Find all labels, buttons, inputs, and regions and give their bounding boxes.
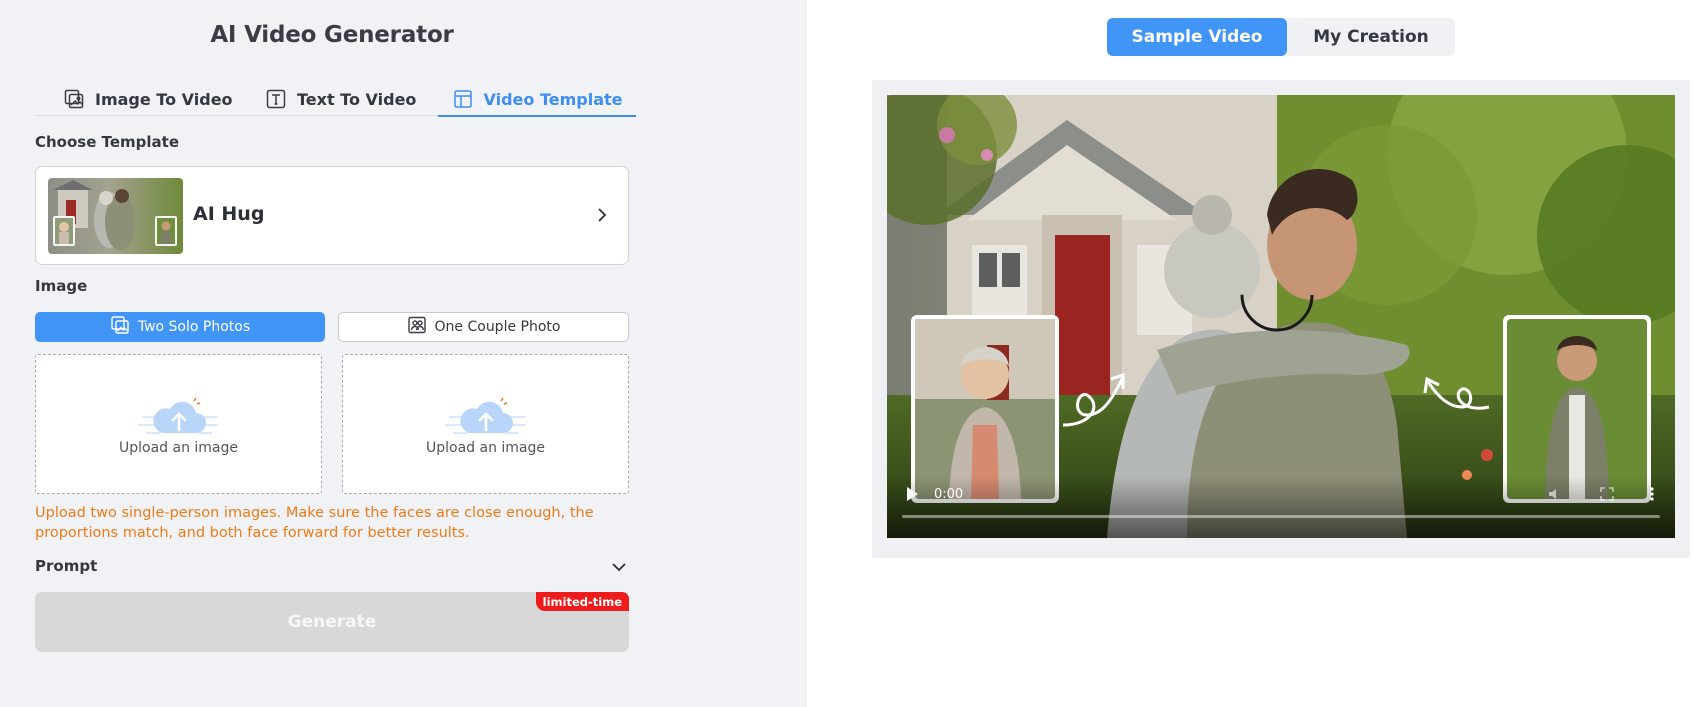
upload-cloud-icon [136, 389, 222, 439]
upload-label: Upload an image [425, 440, 545, 456]
limited-time-badge: limited-time [535, 592, 629, 611]
upload-hint: Upload two single-person images. Make su… [35, 505, 594, 541]
mode-label: Two Solo Photos [137, 319, 251, 335]
tab-text-to-video[interactable]: Text To Video [265, 82, 416, 116]
volume-icon[interactable] [1547, 486, 1563, 502]
two-solo-photos-button[interactable]: Two Solo Photos [35, 312, 325, 342]
video-controls: 0:00 [887, 476, 1675, 538]
sample-video-player[interactable]: 0:00 [887, 95, 1675, 538]
video-progress-bar[interactable] [902, 515, 1660, 518]
sample-video-toggle[interactable]: Sample Video [1107, 18, 1287, 56]
fullscreen-icon[interactable] [1599, 486, 1615, 502]
mode-label: One Couple Photo [434, 319, 561, 335]
tab-label: Video Template [483, 89, 623, 109]
play-icon[interactable] [905, 486, 919, 502]
chevron-right-icon [592, 205, 612, 225]
couple-photo-icon [407, 315, 427, 339]
more-options-icon[interactable] [1649, 486, 1655, 502]
image-to-video-icon [63, 88, 85, 110]
template-name: AI Hug [193, 203, 265, 225]
choose-template-label: Choose Template [35, 133, 180, 151]
tab-image-to-video[interactable]: Image To Video [63, 82, 233, 116]
app-root: AI Video Generator Image To Video Text T… [0, 0, 1693, 707]
upload-area-2[interactable]: Upload an image [342, 354, 629, 494]
tab-label: Text To Video [297, 89, 417, 109]
video-frame [887, 95, 1675, 538]
generator-panel: AI Video Generator Image To Video Text T… [0, 0, 807, 707]
solo-photos-icon [110, 315, 130, 339]
my-creation-toggle[interactable]: My Creation [1287, 18, 1455, 56]
chevron-down-icon [609, 557, 629, 577]
tab-video-template[interactable]: Video Template [438, 82, 636, 117]
upload-area-1[interactable]: Upload an image [35, 354, 322, 494]
template-selector[interactable]: AI Hug [35, 166, 629, 265]
template-icon [452, 88, 474, 110]
image-section-label: Image [35, 277, 88, 295]
video-container: 0:00 [872, 80, 1690, 558]
one-couple-photo-button[interactable]: One Couple Photo [338, 312, 629, 342]
upload-label: Upload an image [118, 440, 238, 456]
upload-cloud-icon [443, 389, 529, 439]
video-time: 0:00 [934, 487, 964, 502]
text-icon [265, 88, 287, 110]
page-title: AI Video Generator [210, 22, 454, 48]
generate-label: Generate [287, 612, 377, 632]
preview-toggle: Sample Video My Creation [1107, 18, 1455, 56]
mode-tabs: Image To Video Text To Video Video Templ… [35, 82, 636, 117]
generate-button[interactable]: Generate limited-time [35, 592, 629, 652]
template-thumbnail [48, 178, 183, 254]
prompt-expander[interactable]: Prompt [35, 556, 629, 578]
prompt-label: Prompt [35, 557, 98, 575]
tab-label: Image To Video [95, 89, 233, 109]
